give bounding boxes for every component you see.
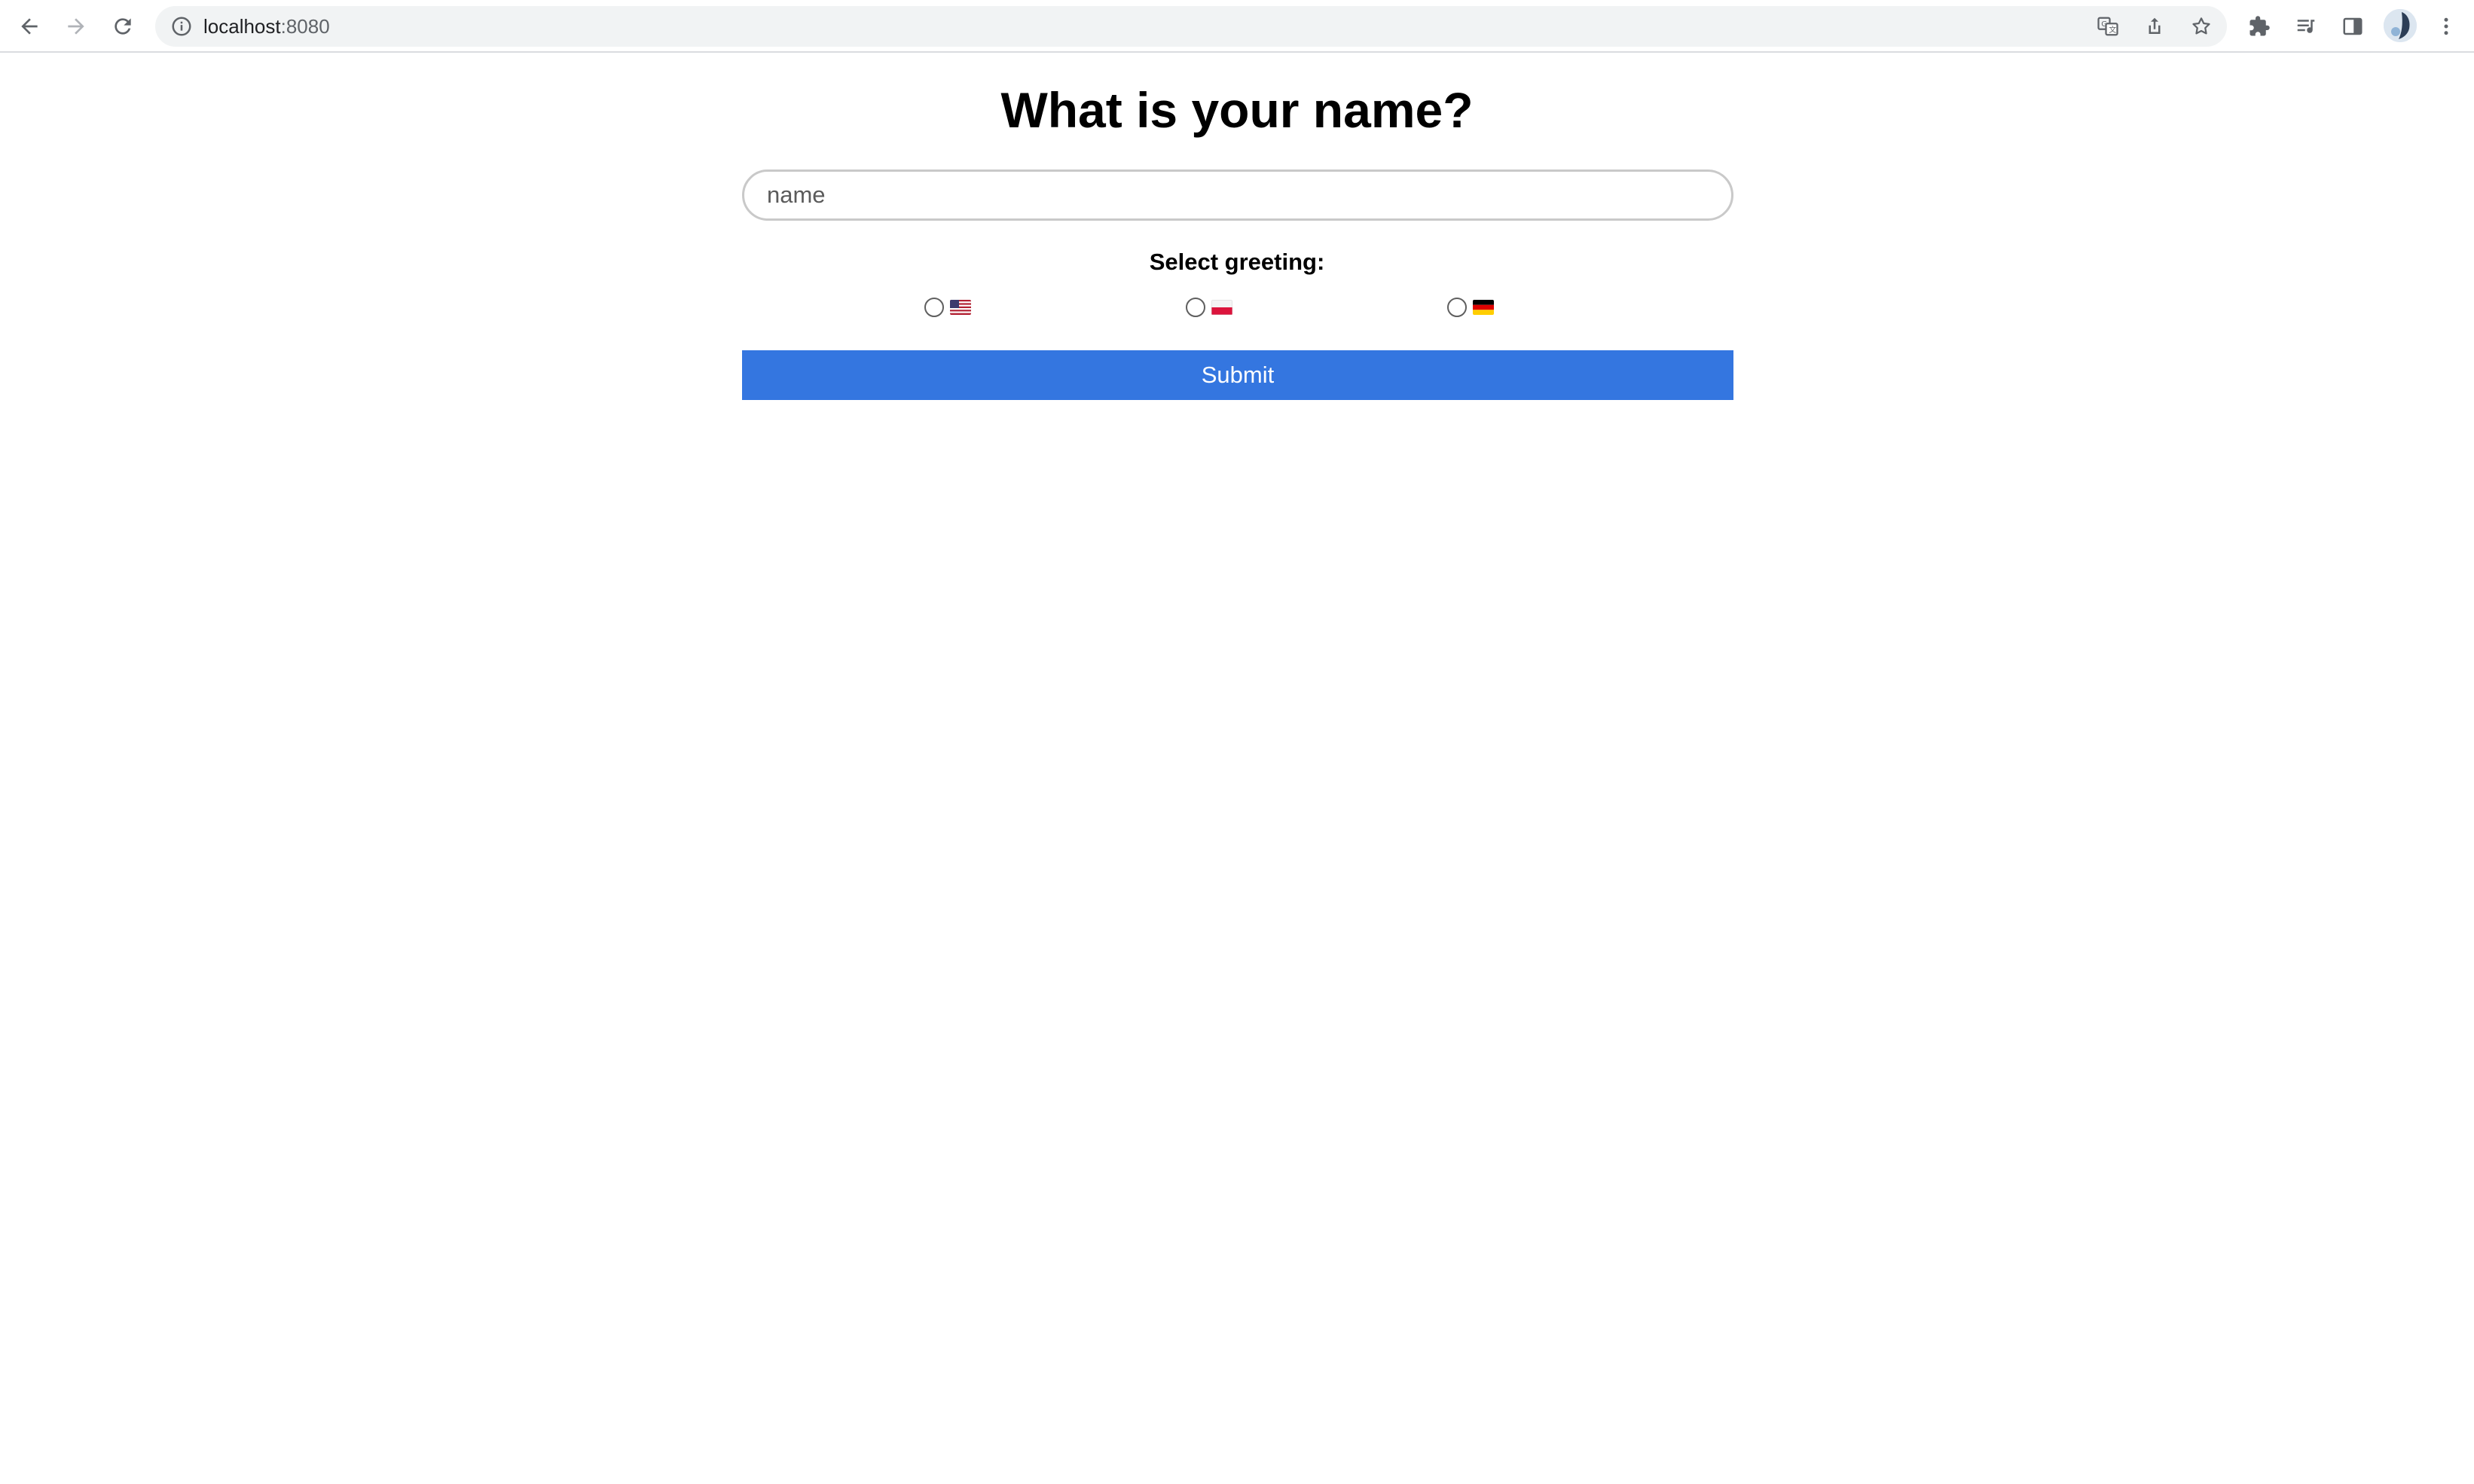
browser-toolbar: localhost:8080 G 文 bbox=[0, 0, 2474, 53]
translate-icon: G 文 bbox=[2097, 17, 2118, 36]
back-arrow-icon bbox=[21, 18, 38, 35]
reload-icon bbox=[115, 18, 131, 35]
poland-flag-icon bbox=[1211, 300, 1232, 315]
name-input[interactable] bbox=[742, 169, 1733, 221]
star-icon bbox=[2192, 17, 2210, 35]
submit-button[interactable]: Submit bbox=[742, 350, 1733, 400]
greeting-option-us[interactable] bbox=[924, 294, 971, 321]
playlist-icon bbox=[2297, 20, 2315, 33]
bookmark-button[interactable] bbox=[2188, 13, 2215, 40]
url-text[interactable]: localhost:8080 bbox=[203, 6, 330, 47]
profile-avatar[interactable] bbox=[2384, 9, 2417, 42]
more-vertical-icon bbox=[2444, 17, 2448, 35]
translate-button[interactable]: G 文 bbox=[2094, 13, 2121, 40]
svg-text:G: G bbox=[2101, 20, 2107, 29]
forward-button[interactable] bbox=[57, 8, 95, 45]
us-flag-icon bbox=[950, 300, 971, 315]
reload-button[interactable] bbox=[104, 8, 142, 45]
greeting-label: Select greeting: bbox=[1149, 249, 1325, 275]
share-button[interactable] bbox=[2141, 13, 2168, 40]
share-icon bbox=[2149, 17, 2161, 34]
url-port: :8080 bbox=[280, 15, 330, 38]
site-info-icon[interactable] bbox=[170, 15, 193, 38]
greeting-radio-de[interactable] bbox=[1447, 298, 1467, 317]
greeting-option-de[interactable] bbox=[1447, 294, 1494, 321]
address-bar[interactable]: localhost:8080 G 文 bbox=[155, 6, 2227, 47]
media-controls-button[interactable] bbox=[2289, 9, 2323, 44]
forward-arrow-icon bbox=[68, 18, 84, 35]
svg-text:文: 文 bbox=[2109, 25, 2116, 35]
profile-picture-icon bbox=[2384, 9, 2417, 42]
greeting-option-pl[interactable] bbox=[1186, 294, 1232, 321]
page-content: What is your name? Select greeting: bbox=[0, 54, 2474, 1484]
germany-flag-icon bbox=[1473, 300, 1494, 315]
browser-menu-button[interactable] bbox=[2429, 9, 2463, 44]
greeting-radio-pl[interactable] bbox=[1186, 298, 1205, 317]
extensions-button[interactable] bbox=[2242, 9, 2277, 44]
puzzle-icon bbox=[2250, 16, 2270, 36]
side-panel-icon bbox=[2343, 17, 2363, 35]
greeting-radio-us[interactable] bbox=[924, 298, 944, 317]
back-button[interactable] bbox=[11, 8, 48, 45]
url-host: localhost bbox=[203, 15, 281, 38]
page-title: What is your name? bbox=[1000, 82, 1474, 138]
side-panel-button[interactable] bbox=[2335, 9, 2370, 44]
